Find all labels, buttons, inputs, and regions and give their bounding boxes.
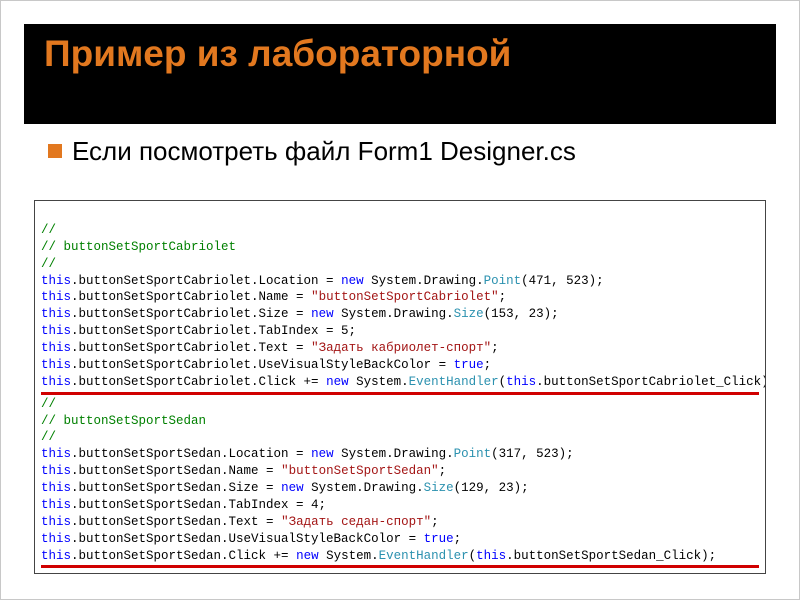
bullet-text: Если посмотреть файл Form1 Designer.cs	[72, 136, 576, 167]
code-line: this.buttonSetSportCabriolet.Size = new …	[41, 307, 559, 321]
code-screenshot: // // buttonSetSportCabriolet // this.bu…	[34, 200, 766, 574]
bullet-icon	[48, 144, 62, 158]
code-comment: // buttonSetSportCabriolet	[41, 240, 236, 254]
code-line: this.buttonSetSportCabriolet.Text = "Зад…	[41, 341, 499, 355]
code-comment: // buttonSetSportSedan	[41, 414, 206, 428]
code-line: this.buttonSetSportSedan.Name = "buttonS…	[41, 464, 446, 478]
code-line: this.buttonSetSportCabriolet.Location = …	[41, 274, 604, 288]
code-comment: //	[41, 257, 56, 271]
slide-title: Пример из лабораторной	[44, 34, 756, 75]
code-line: this.buttonSetSportSedan.Size = new Syst…	[41, 481, 529, 495]
slide-body: Если посмотреть файл Form1 Designer.cs	[24, 124, 776, 167]
title-bar: Пример из лабораторной	[24, 24, 776, 124]
code-line: this.buttonSetSportSedan.TabIndex = 4;	[41, 498, 326, 512]
bullet-item: Если посмотреть файл Form1 Designer.cs	[44, 136, 756, 167]
code-comment: //	[41, 397, 56, 411]
code-line: this.buttonSetSportSedan.Click += new Sy…	[41, 549, 716, 563]
code-comment: //	[41, 430, 56, 444]
code-line: this.buttonSetSportCabriolet.UseVisualSt…	[41, 358, 491, 372]
code-line: this.buttonSetSportSedan.Location = new …	[41, 447, 574, 461]
code-comment: //	[41, 223, 56, 237]
code-line: this.buttonSetSportSedan.Text = "Задать …	[41, 515, 439, 529]
highlight-underline	[41, 565, 759, 568]
code-line: this.buttonSetSportCabriolet.Click += ne…	[41, 375, 766, 389]
code-line: this.buttonSetSportSedan.UseVisualStyleB…	[41, 532, 461, 546]
code-line: this.buttonSetSportCabriolet.TabIndex = …	[41, 324, 356, 338]
highlight-underline	[41, 392, 759, 395]
code-line: this.buttonSetSportCabriolet.Name = "but…	[41, 290, 506, 304]
